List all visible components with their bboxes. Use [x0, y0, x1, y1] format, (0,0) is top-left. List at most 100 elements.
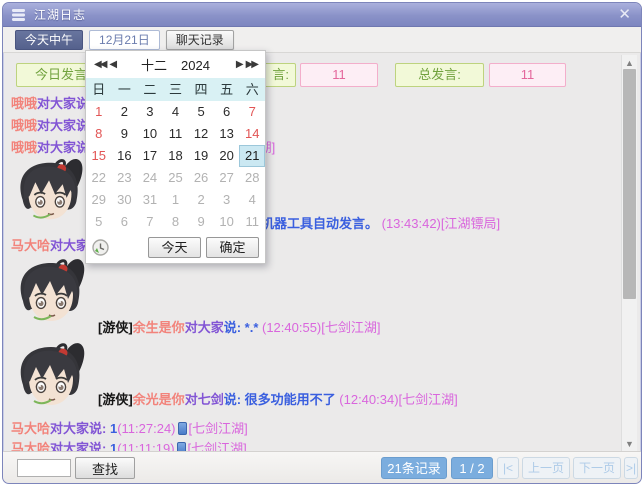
calendar-day[interactable]: 10: [137, 123, 163, 145]
calendar-day[interactable]: 6: [112, 211, 138, 233]
calendar-day-headers: 日一二三四五六: [86, 78, 265, 101]
message-segment: 很多功能用不了: [245, 392, 336, 407]
message-segment: 马大哈: [11, 238, 50, 253]
calendar-day[interactable]: 3: [214, 189, 240, 211]
calendar-day[interactable]: 2: [112, 101, 138, 123]
message-segment: 对七剑: [185, 392, 224, 407]
calendar-day[interactable]: 15: [86, 145, 112, 167]
message-segment: [七剑江湖]: [189, 421, 248, 436]
calendar-day[interactable]: 13: [214, 123, 240, 145]
calendar-day-header: 四: [188, 78, 214, 101]
chat-message: 马大哈对大家说: 1(11:27:24)[七剑江湖]: [11, 420, 248, 438]
tab-today-noon[interactable]: 今天中午: [15, 30, 83, 50]
calendar-day[interactable]: 11: [163, 123, 189, 145]
calendar-day[interactable]: 27: [214, 167, 240, 189]
calendar-day[interactable]: 8: [163, 211, 189, 233]
calendar-day[interactable]: 4: [239, 189, 265, 211]
phone-icon: [178, 422, 187, 435]
message-segment: 哦哦: [11, 118, 37, 133]
search-button[interactable]: 查找: [75, 457, 135, 479]
calendar-grid: 1234567891011121314151617181920212223242…: [86, 101, 265, 235]
first-page-button[interactable]: |<: [497, 457, 519, 479]
calendar-day[interactable]: 22: [86, 167, 112, 189]
scroll-thumb[interactable]: [623, 69, 636, 299]
calendar-year: 2024: [181, 58, 210, 73]
prev-month-icon[interactable]: ◀: [107, 59, 117, 70]
message-segment: 哦哦: [11, 140, 37, 155]
calendar-day[interactable]: 7: [239, 101, 265, 123]
calendar-day[interactable]: 11: [239, 211, 265, 233]
calendar-day-header: 六: [239, 78, 265, 101]
next-year-icon[interactable]: ▶▶: [244, 59, 259, 70]
calendar-day[interactable]: 17: [137, 145, 163, 167]
calendar-day[interactable]: 20: [214, 145, 240, 167]
scroll-up-icon[interactable]: ▲: [622, 58, 637, 68]
calendar-day[interactable]: 14: [239, 123, 265, 145]
scroll-down-icon[interactable]: ▼: [622, 439, 637, 449]
calendar-day[interactable]: 8: [86, 123, 112, 145]
scrollbar[interactable]: ▲ ▼: [621, 55, 637, 452]
calendar-day[interactable]: 25: [163, 167, 189, 189]
page-indicator: 1 / 2: [451, 457, 493, 479]
prev-page-button[interactable]: 上一页: [522, 457, 570, 479]
calendar-day[interactable]: 1: [163, 189, 189, 211]
calendar-day[interactable]: 4: [163, 101, 189, 123]
close-icon[interactable]: ✕: [618, 6, 631, 24]
chat-message: 机器工具自动发言。 (13:43:42)[江湖镖局]: [261, 215, 500, 233]
calendar-day-header: 日: [86, 78, 112, 101]
next-month-icon[interactable]: ▶: [234, 59, 244, 70]
calendar-day[interactable]: 3: [137, 101, 163, 123]
calendar-day[interactable]: 1: [86, 101, 112, 123]
window-title: 江湖日志: [34, 6, 86, 23]
calendar-day[interactable]: 30: [112, 189, 138, 211]
search-input[interactable]: [17, 459, 71, 477]
message-segment: (12:40:55)[七剑江湖]: [258, 320, 380, 335]
next-page-button[interactable]: 下一页: [573, 457, 621, 479]
today-speech-count: 11: [300, 63, 378, 87]
message-segment: 余生是你: [133, 320, 185, 335]
avatar: [11, 339, 91, 419]
calendar-day[interactable]: 26: [188, 167, 214, 189]
calendar-day[interactable]: 5: [86, 211, 112, 233]
message-segment: 马大哈: [11, 421, 50, 436]
calendar-month: 十二: [141, 58, 167, 73]
calendar-day[interactable]: 28: [239, 167, 265, 189]
prev-year-icon[interactable]: ◀◀: [92, 59, 107, 70]
tab-date-field[interactable]: 12月21日: [89, 30, 160, 50]
calendar-day[interactable]: 29: [86, 189, 112, 211]
calendar-day[interactable]: 12: [188, 123, 214, 145]
records-count-badge: 21条记录: [381, 457, 447, 479]
title-bar[interactable]: 江湖日志 ✕: [3, 3, 641, 27]
message-segment: (12:40:34)[七剑江湖]: [336, 392, 458, 407]
today-button[interactable]: 今天: [148, 237, 201, 258]
calendar-day[interactable]: 21: [239, 145, 265, 167]
calendar-day[interactable]: 24: [137, 167, 163, 189]
layers-icon: [11, 8, 27, 22]
calendar-day-header: 三: [163, 78, 189, 101]
calendar-day[interactable]: 23: [112, 167, 138, 189]
chat-message: [游侠]余光是你对七剑说: 很多功能用不了 (12:40:34)[七剑江湖]: [98, 391, 458, 409]
calendar-day[interactable]: 18: [163, 145, 189, 167]
calendar-day[interactable]: 19: [188, 145, 214, 167]
calendar-day[interactable]: 16: [112, 145, 138, 167]
calendar-footer: 今天 确定: [86, 235, 265, 263]
calendar-day[interactable]: 2: [188, 189, 214, 211]
calendar-day[interactable]: 6: [214, 101, 240, 123]
message-segment: (11:27:24): [117, 421, 175, 436]
tab-chat-records[interactable]: 聊天记录: [166, 30, 234, 50]
calendar-day[interactable]: 9: [112, 123, 138, 145]
calendar-day[interactable]: 9: [188, 211, 214, 233]
jianghu-log-window: 江湖日志 ✕ 今天中午 12月21日 聊天记录 今日发言 言: 11 总发言: …: [2, 2, 642, 484]
calendar-day[interactable]: 10: [214, 211, 240, 233]
calendar-day[interactable]: 7: [137, 211, 163, 233]
message-segment: 对大家说:: [50, 421, 110, 436]
calendar-day[interactable]: 31: [137, 189, 163, 211]
last-page-button[interactable]: >|: [624, 457, 638, 479]
chat-message: [游侠]余生是你对大家说: *.* (12:40:55)[七剑江湖]: [98, 319, 381, 337]
calendar-day[interactable]: 5: [188, 101, 214, 123]
message-segment: 余光是你: [133, 392, 185, 407]
calendar-day-header: 一: [112, 78, 138, 101]
confirm-button[interactable]: 确定: [206, 237, 259, 258]
calendar-day-header: 五: [214, 78, 240, 101]
calendar-day-header: 二: [137, 78, 163, 101]
